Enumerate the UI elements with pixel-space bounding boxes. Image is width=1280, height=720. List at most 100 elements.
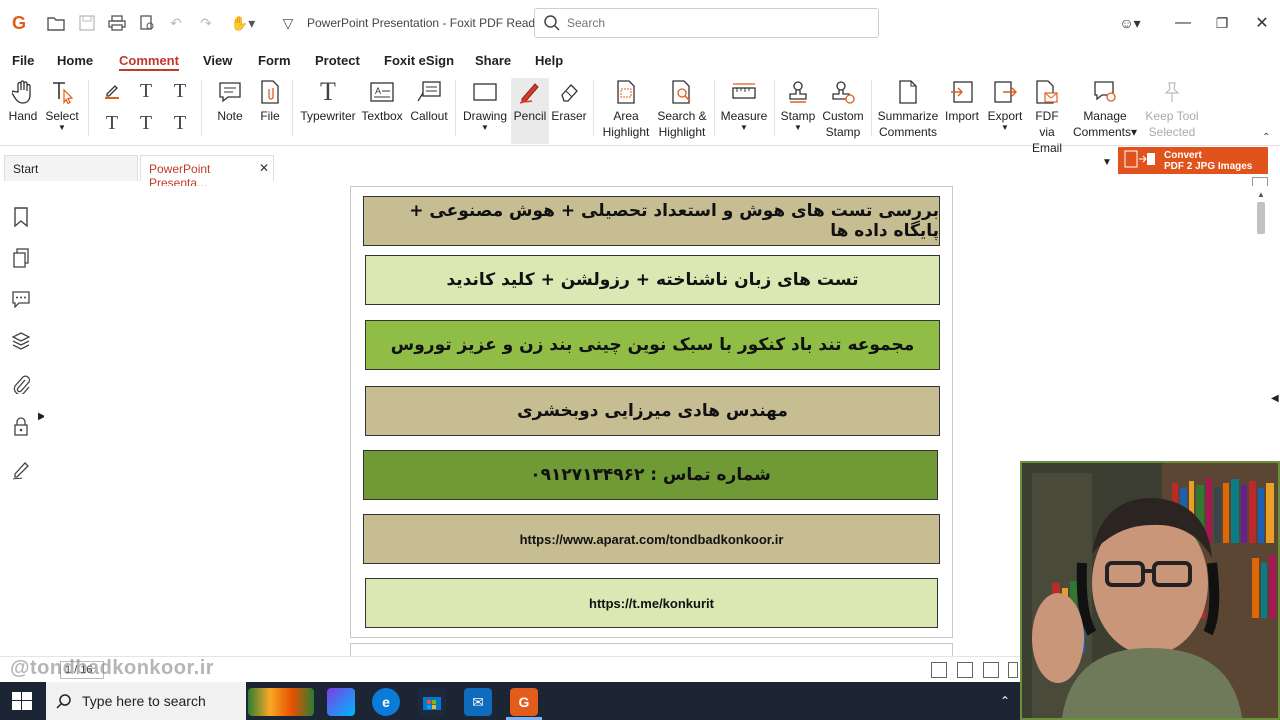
bookmark-icon[interactable] [10, 206, 32, 228]
menu-share[interactable]: Share [475, 53, 511, 68]
export-dropdown-icon[interactable]: ▼ [1001, 124, 1009, 132]
slide-link-aparat[interactable]: https://www.aparat.com/tondbadkonkoor.ir [363, 514, 940, 564]
ribbon-separator [201, 80, 202, 136]
security-lock-icon[interactable] [10, 415, 32, 437]
layers-icon[interactable] [10, 330, 32, 352]
manage-label-1: Manage [1083, 109, 1127, 123]
measure-tool-button[interactable]: Measure ▼ [720, 78, 768, 132]
menu-help[interactable]: Help [535, 53, 563, 68]
right-panel-toggle-icon[interactable]: ◀ [1271, 393, 1279, 404]
note-icon [216, 78, 244, 106]
search-box[interactable] [534, 8, 879, 38]
signature-icon[interactable] [10, 459, 32, 481]
file-attach-tool-button[interactable]: File [255, 78, 285, 124]
scrollbar-thumb[interactable] [1257, 202, 1265, 234]
menu-comment[interactable]: Comment [119, 53, 179, 71]
select-dropdown-icon[interactable]: ▼ [58, 124, 66, 132]
single-page-view-icon[interactable] [931, 662, 947, 678]
search-highlight-tool-button[interactable]: Search & Highlight [656, 78, 708, 140]
tab-powerpoint-presentation[interactable]: PowerPoint Presenta... ✕ [140, 155, 274, 190]
scroll-up-icon[interactable]: ▲ [1257, 190, 1265, 199]
taskbar-copilot-icon[interactable] [327, 688, 355, 716]
taskbar-foxit-icon[interactable]: G [510, 688, 538, 716]
open-folder-icon[interactable] [46, 13, 66, 33]
facing-view-icon[interactable] [983, 662, 999, 678]
manage-label-2: Comments▾ [1072, 125, 1138, 139]
export-button[interactable]: Export ▼ [985, 78, 1025, 132]
taskbar-search-text: Type here to search [82, 693, 206, 709]
tab-start[interactable]: Start [4, 155, 138, 181]
taskbar-store-icon[interactable] [418, 688, 446, 716]
export-label: Export [987, 109, 1023, 123]
measure-dropdown-icon[interactable]: ▼ [740, 124, 748, 132]
customize-quick-access-icon[interactable]: ▽ [278, 13, 298, 33]
undo-icon[interactable]: ↶ [166, 13, 186, 33]
drawing-tool-button[interactable]: Drawing ▼ [462, 78, 508, 132]
fdf-via-email-button[interactable]: FDF via Email [1027, 78, 1067, 156]
save-icon[interactable] [77, 13, 97, 33]
replace-text-icon[interactable]: T [135, 112, 157, 134]
stamp-dropdown-icon[interactable]: ▼ [794, 124, 802, 132]
search-highlight-icon [668, 78, 696, 106]
search-input[interactable] [567, 13, 867, 33]
print-icon[interactable] [107, 13, 127, 33]
squiggly-text-icon[interactable]: T [169, 80, 191, 102]
eraser-tool-button[interactable]: Eraser [551, 78, 587, 124]
print-preview-icon[interactable] [137, 13, 157, 33]
import-button[interactable]: Import [942, 78, 982, 124]
continuous-view-icon[interactable] [957, 662, 973, 678]
pencil-tool-button[interactable]: Pencil [511, 78, 549, 144]
menu-form[interactable]: Form [258, 53, 291, 68]
slide-link-telegram[interactable]: https://t.me/konkurit [365, 578, 938, 628]
continuous-facing-view-icon[interactable] [1008, 662, 1018, 678]
system-tray-expand-icon[interactable]: ⌃ [1000, 694, 1010, 708]
comments-panel-icon[interactable] [10, 288, 32, 310]
menu-protect[interactable]: Protect [315, 53, 360, 68]
windows-start-icon[interactable] [12, 692, 32, 710]
note-tool-button[interactable]: Note [214, 78, 246, 124]
window-title: PowerPoint Presentation - Foxit PDF Read… [307, 16, 546, 30]
account-icon[interactable]: ☺▾ [1112, 10, 1148, 36]
taskbar-search-box[interactable]: Type here to search [46, 682, 246, 720]
textbox-icon: A [368, 78, 396, 106]
restore-button[interactable]: ❐ [1209, 10, 1235, 36]
close-window-button[interactable]: ✕ [1249, 10, 1275, 36]
area-highlight-tool-button[interactable]: Area Highlight [600, 78, 652, 140]
manage-comments-button[interactable]: Manage Comments▾ [1070, 78, 1140, 140]
underline-text-icon[interactable]: T [135, 80, 157, 102]
menu-view[interactable]: View [203, 53, 232, 68]
hand-tool-dropdown-icon[interactable]: ✋▾ [228, 13, 258, 33]
custom-stamp-tool-button[interactable]: Custom Stamp [820, 78, 866, 140]
callout-tool-button[interactable]: Callout [407, 78, 451, 124]
taskbar-news-widget-icon[interactable] [248, 688, 314, 716]
drawing-dropdown-icon[interactable]: ▼ [481, 124, 489, 132]
tab-list-dropdown-icon[interactable]: ▼ [1102, 157, 1112, 168]
attachment-icon[interactable] [10, 373, 32, 395]
menu-home[interactable]: Home [57, 53, 93, 68]
minimize-button[interactable]: — [1170, 10, 1196, 36]
summarize-comments-button[interactable]: Summarize Comments [876, 78, 940, 140]
pages-icon[interactable] [10, 247, 32, 269]
typewriter-tool-button[interactable]: T Typewriter [300, 78, 356, 124]
slide-box-language-tests: تست های زبان ناشناخته + رزولشن + کلید کا… [365, 255, 940, 305]
convert-pdf-banner[interactable]: Convert PDF 2 JPG Images [1118, 147, 1268, 174]
select-tool-button[interactable]: Select ▼ [44, 78, 80, 132]
hand-tool-button[interactable]: Hand [6, 78, 40, 124]
stamp-tool-button[interactable]: Stamp ▼ [780, 78, 816, 132]
stamp-label: Stamp [780, 109, 816, 123]
summarize-comments-icon [894, 78, 922, 106]
menu-file[interactable]: File [12, 53, 34, 68]
fdf-email-icon [1033, 78, 1061, 106]
highlight-icon[interactable] [101, 80, 123, 102]
ribbon-separator [871, 80, 872, 136]
close-tab-icon[interactable]: ✕ [259, 161, 269, 175]
redo-icon[interactable]: ↷ [196, 13, 216, 33]
taskbar-mail-icon[interactable]: ✉ [464, 688, 492, 716]
menu-foxit-esign[interactable]: Foxit eSign [384, 53, 454, 68]
textbox-tool-button[interactable]: A Textbox [360, 78, 404, 124]
taskbar-edge-icon[interactable]: e [372, 688, 400, 716]
insert-text-icon[interactable]: T [169, 112, 191, 134]
strikeout-text-icon[interactable]: T [101, 112, 123, 134]
collapse-ribbon-icon[interactable]: ⌃ [1262, 132, 1270, 143]
keep-tool-selected-button[interactable]: Keep Tool Selected [1143, 78, 1201, 140]
